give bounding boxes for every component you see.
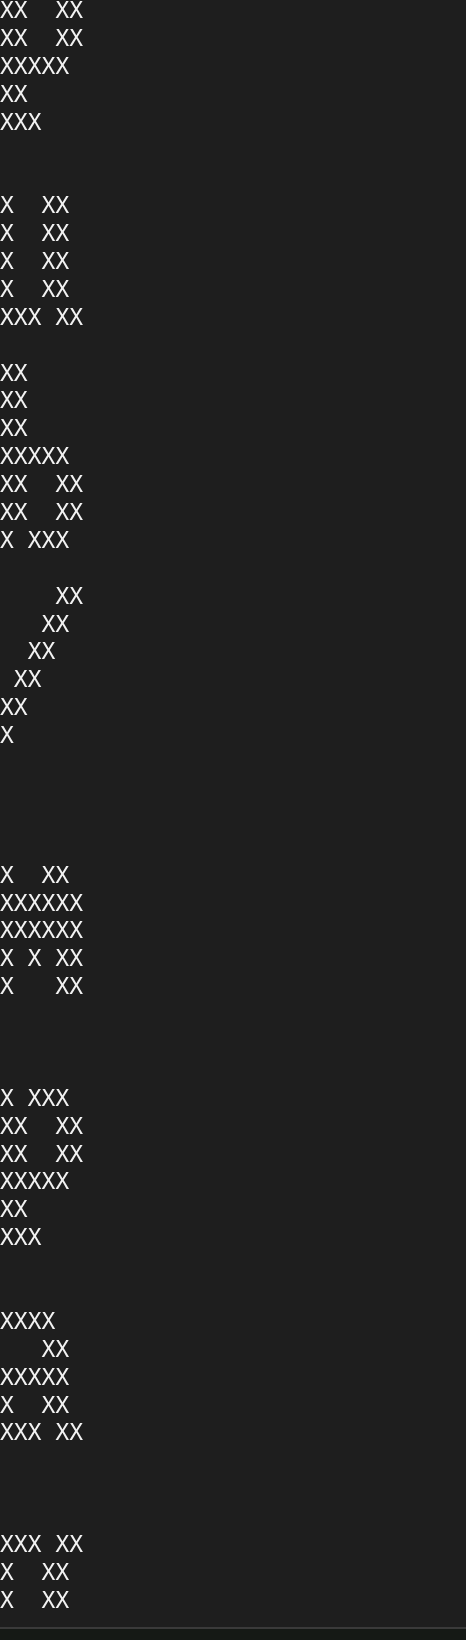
terminal-line: XX XX <box>0 193 70 220</box>
terminal-line: XX XX <box>0 0 84 24</box>
terminal-line: XXX XX <box>0 1531 84 1558</box>
terminal-line: XX XX <box>0 500 84 527</box>
terminal-line: XX <box>0 81 28 108</box>
terminal-line: XX <box>0 695 28 722</box>
terminal-line: XX XX <box>0 1559 70 1586</box>
terminal-line: XXXXX <box>0 53 70 80</box>
terminal-line: XX <box>0 1197 28 1224</box>
terminal-line: XX <box>0 416 28 443</box>
terminal-line: XXX XX <box>0 1420 84 1447</box>
terminal-line: XX XX <box>0 1113 84 1140</box>
terminal-line: XX XXX <box>0 1085 70 1112</box>
terminal-line: XXXX <box>0 109 42 136</box>
terminal-line: XX XX <box>0 276 70 303</box>
terminal-line: XX XX <box>0 25 84 52</box>
terminal-line: XXXXXXX <box>0 890 84 917</box>
terminal-line: XXXX <box>0 1308 56 1335</box>
terminal-line: XXXX <box>0 1225 42 1252</box>
terminal-line: XX XX <box>0 249 70 276</box>
terminal-line: XX <box>41 1336 70 1363</box>
terminal-line: XXX <box>0 360 28 387</box>
terminal-output: XX XX XX XX XXXXX XX XXX X XX X XX X XX X X X XX… <box>0 0 83 1616</box>
terminal-line: XXX XX <box>0 304 84 331</box>
terminal-line: XX XX <box>0 472 84 499</box>
terminal-line: XX <box>55 583 84 610</box>
terminal-line: XX XX <box>0 1141 84 1168</box>
terminal-line: XX <box>0 388 28 415</box>
terminal-line: XXXXX <box>0 444 70 471</box>
terminal-line: XX XX <box>0 1587 70 1614</box>
terminal-line: XX <box>0 723 14 750</box>
terminal-line: XX XX <box>0 974 84 1001</box>
terminal-line: X <box>0 751 83 779</box>
terminal-line: XX XXX <box>0 527 70 554</box>
status-strip <box>0 1629 466 1640</box>
terminal-line: XXXXX <box>0 1364 70 1391</box>
terminal-line: XX XX <box>0 862 70 889</box>
terminal-line: XX <box>41 611 70 638</box>
terminal-line: XX <box>27 639 56 666</box>
terminal-line: XX X XX <box>0 946 84 973</box>
terminal-line: XX <box>13 667 42 694</box>
terminal-line: XXXXXXX <box>0 918 84 945</box>
terminal-line: XX XX <box>0 221 70 248</box>
terminal-line: XX XX <box>0 1392 70 1419</box>
terminal-line: XXXXX <box>0 1169 70 1196</box>
